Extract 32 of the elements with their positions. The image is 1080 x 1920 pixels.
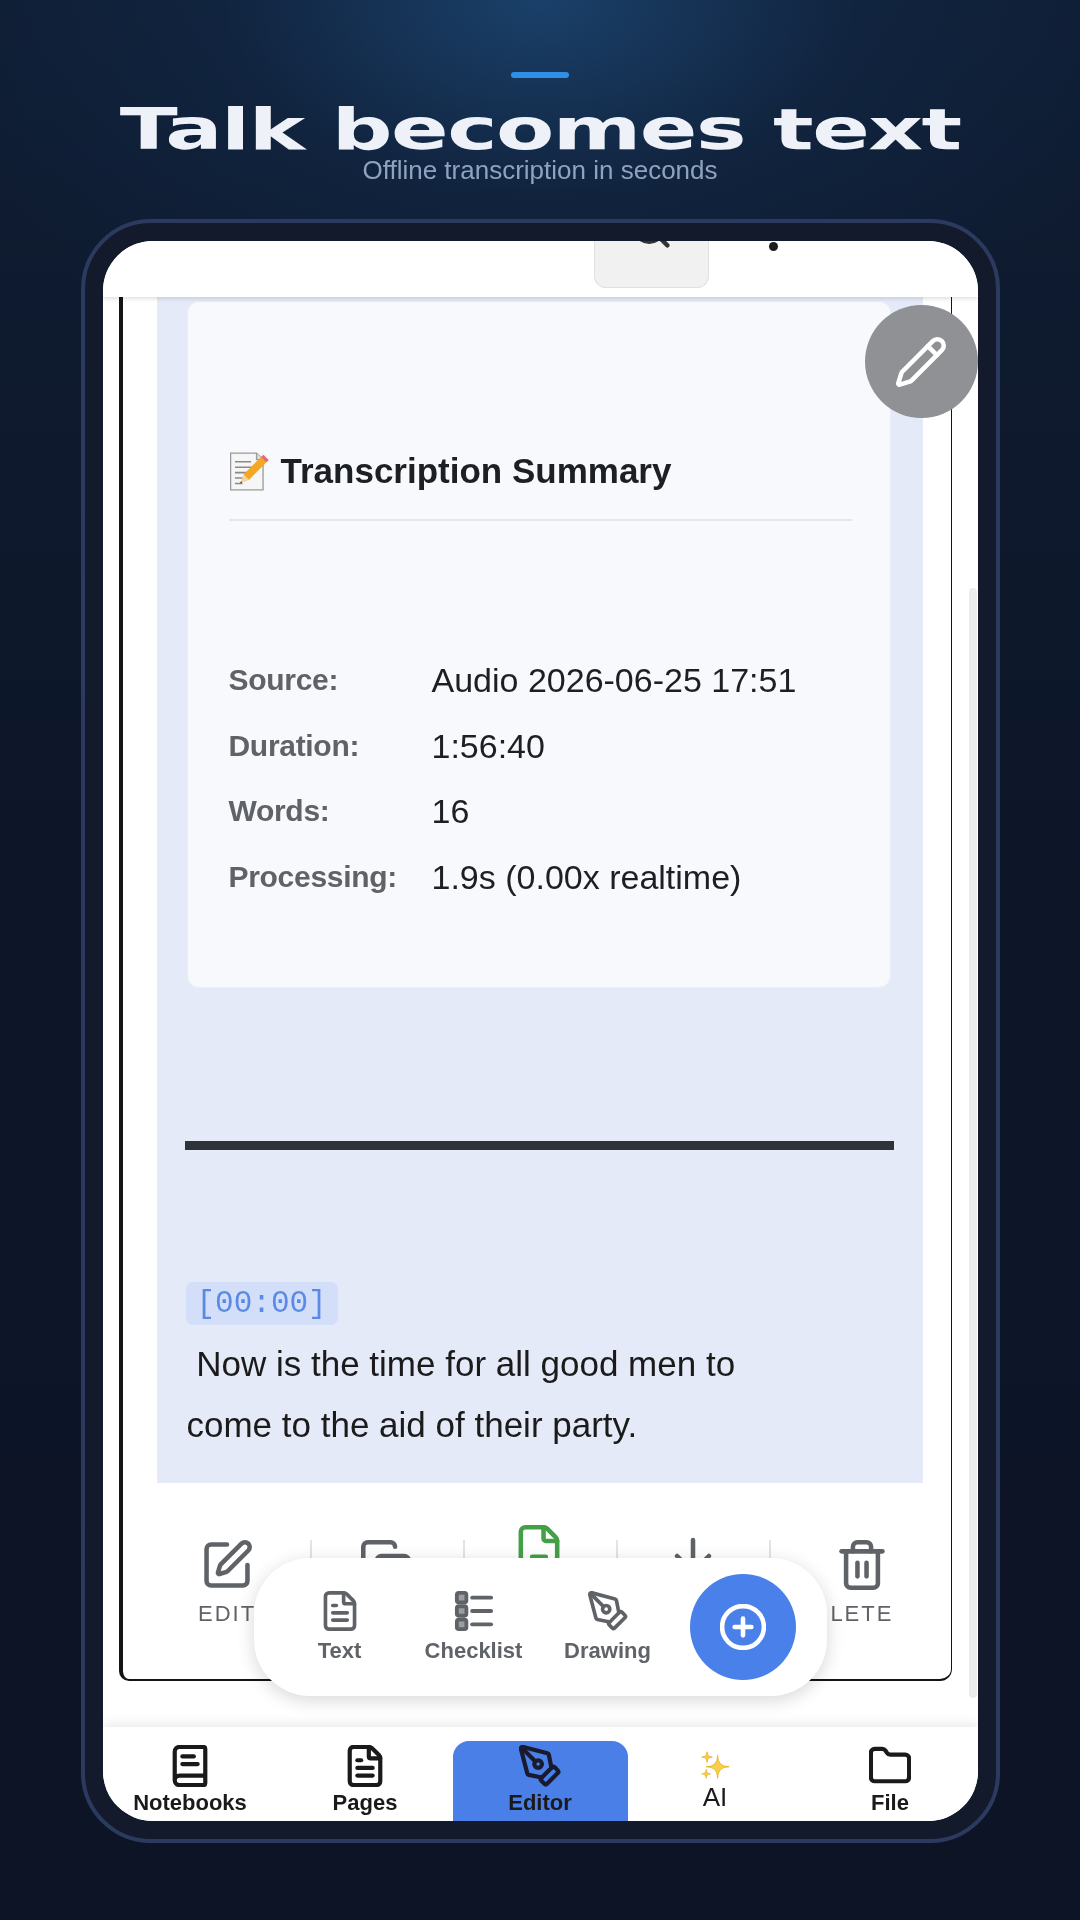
nav-tab[interactable]: Notebooks: [102, 1741, 278, 1821]
field-label: Processing:: [228, 858, 398, 895]
accent-bar: [511, 72, 569, 78]
drawing-option[interactable]: Drawing: [547, 1591, 668, 1664]
menu-dot-icon[interactable]: [768, 242, 778, 251]
field-label: Source:: [228, 662, 340, 698]
nav-tab[interactable]: File: [802, 1741, 978, 1821]
subtitle: Offline transcription in seconds: [362, 155, 718, 185]
field-value: Audio 2026-06-25 17:51: [431, 660, 798, 701]
field-label: Words:: [228, 793, 331, 829]
transcript-text: Now is the time for all good men to come to the aid of their party.: [186, 1343, 737, 1446]
checklist-icon: [453, 1591, 494, 1631]
copy-icon[interactable]: [361, 1540, 412, 1558]
nav-tab[interactable]: Pages: [277, 1741, 453, 1821]
checklist-option[interactable]: Checklist: [413, 1591, 534, 1664]
pen-nib-icon: [519, 1745, 561, 1787]
pen-nib-icon: [587, 1591, 628, 1631]
edit-button[interactable]: EDIT: [198, 1540, 257, 1627]
field-value: 1.9s (0.00x realtime): [431, 856, 743, 898]
field-value: 16: [431, 791, 471, 832]
nav-tab[interactable]: Editor: [452, 1741, 628, 1821]
timestamp-chip: [00:00]: [185, 1282, 338, 1325]
sparkles-icon: [700, 1750, 730, 1780]
summary-title: Transcription Summary: [280, 450, 672, 492]
headline: Talk becomes text: [119, 100, 961, 158]
nav-tab[interactable]: AI: [627, 1741, 803, 1821]
field-value: 1:56:40: [431, 725, 546, 767]
pencil-icon: [896, 336, 946, 387]
text-option[interactable]: Text: [279, 1591, 400, 1664]
delete-button[interactable]: LETE: [830, 1540, 894, 1627]
field-label: Duration:: [228, 727, 361, 764]
memo-icon: [228, 451, 269, 491]
